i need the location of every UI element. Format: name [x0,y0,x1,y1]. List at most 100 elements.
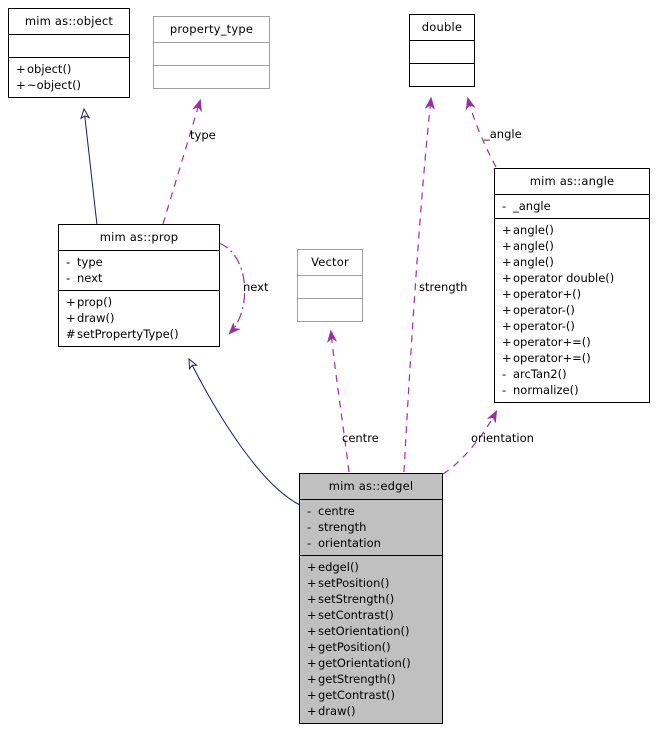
member-name: operator+=() [513,351,591,365]
member-name: setOrientation() [318,624,410,638]
member-name: angle() [513,239,554,253]
attributes-compartment-property-type [154,43,269,65]
edge-label-orientation: orientation [471,431,534,445]
class-title-prop: mim as::prop [99,230,179,244]
visibility-marker: + [307,640,317,654]
attributes-compartment-prop: - type - next [59,251,219,290]
member-name: angle() [513,255,554,269]
member-row: +~object() [15,77,123,93]
class-title-vector: Vector [311,255,349,269]
member-name: operator+=() [513,335,591,349]
member-name: draw() [77,311,115,325]
member-name: getOrientation() [318,656,411,670]
class-title-double: double [421,20,463,34]
member-row: +edgel() [306,559,436,575]
visibility-marker: + [307,576,317,590]
visibility-marker: - [66,271,71,285]
member-name: _angle [513,199,551,213]
member-name: getContrast() [318,688,395,702]
edge-prop-type-property-type [162,101,200,225]
member-row: +object() [15,61,123,77]
attributes-compartment-vector [298,276,362,298]
visibility-marker: + [502,335,512,349]
member-name: setPropertyType() [77,327,179,341]
class-box-edgel[interactable]: mim as::edgel - centre - strength - orienta… [299,473,443,724]
member-name: operator-() [513,303,575,317]
class-box-object[interactable]: mim as::object +object() +~object() [8,8,130,98]
visibility-marker: + [66,311,76,325]
member-name: strength [318,520,367,534]
class-title-object: mim as::object [24,14,114,28]
member-name: prop() [77,295,113,309]
class-box-prop[interactable]: mim as::prop - type - next +prop() +draw()… [58,224,220,347]
member-name: getPosition() [318,640,391,654]
edge-label-centre: centre [342,431,379,445]
member-name: setContrast() [318,608,394,622]
visibility-marker: + [502,319,512,333]
operations-compartment-edgel: +edgel() +setPosition() +setStrength() +… [300,556,442,723]
visibility-marker: - [502,199,507,213]
visibility-marker: - [307,536,312,550]
member-name: arcTan2() [513,367,567,381]
member-row: +operator+=() [501,350,643,366]
operations-compartment-double [410,64,474,86]
visibility-marker: - [502,383,507,397]
visibility-marker: + [502,239,512,253]
member-row: +operator+() [501,286,643,302]
member-row: +getOrientation() [306,655,436,671]
edge-prop-inherits-object [84,109,98,226]
member-row: +draw() [65,310,213,326]
visibility-marker: + [307,688,317,702]
visibility-marker: + [307,656,317,670]
edge-edgel-inherits-prop [189,359,301,506]
member-row: - centre [306,503,436,519]
visibility-marker: + [502,287,512,301]
attributes-compartment-edgel: - centre - strength - orientation [300,500,442,555]
member-name: next [77,271,103,285]
class-title-edgel: mim as::edgel [328,479,414,493]
class-box-property-type[interactable]: property_type [153,16,270,89]
visibility-marker: # [66,327,76,341]
member-row: +setPosition() [306,575,436,591]
member-row: +getContrast() [306,687,436,703]
operations-compartment-property-type [154,66,269,88]
operations-compartment-angle: +angle() +angle() +angle() +operator dou… [495,219,649,402]
operations-compartment-prop: +prop() +draw() #setPropertyType() [59,291,219,346]
member-row: +operator-() [501,318,643,334]
edge-label-strength: strength [419,280,468,294]
member-row: - _angle [501,198,643,214]
member-name: normalize() [513,383,579,397]
member-row: +angle() [501,238,643,254]
member-row: - strength [306,519,436,535]
visibility-marker: + [502,223,512,237]
member-name: getStrength() [318,672,396,686]
member-row: +draw() [306,703,436,719]
visibility-marker: + [502,351,512,365]
member-row: +getStrength() [306,671,436,687]
visibility-marker: + [307,560,317,574]
edge-label-type: type [190,128,216,142]
member-row: - arcTan2() [501,366,643,382]
member-row: - normalize() [501,382,643,398]
member-name: operator+() [513,287,582,301]
visibility-marker: + [16,78,26,92]
class-box-vector[interactable]: Vector [297,249,363,322]
visibility-marker: - [66,255,71,269]
class-box-double[interactable]: double [409,14,475,87]
class-title-property-type: property_type [169,22,254,36]
class-box-angle[interactable]: mim as::angle - _angle +angle() +angle() … [494,168,650,403]
member-row: +angle() [501,222,643,238]
edge-edgel-centre-vector [331,332,350,473]
member-name: object() [27,62,72,76]
member-name: orientation [318,536,381,550]
member-row: +setContrast() [306,607,436,623]
member-row: +operator+=() [501,334,643,350]
uml-class-diagram: mim as::object +object() +~object() prop… [0,0,658,735]
member-row: +setOrientation() [306,623,436,639]
visibility-marker: + [66,295,76,309]
attributes-compartment-angle: - _angle [495,195,649,218]
member-row: +setStrength() [306,591,436,607]
visibility-marker: + [502,303,512,317]
attributes-compartment-double [410,41,474,63]
member-name: angle() [513,223,554,237]
